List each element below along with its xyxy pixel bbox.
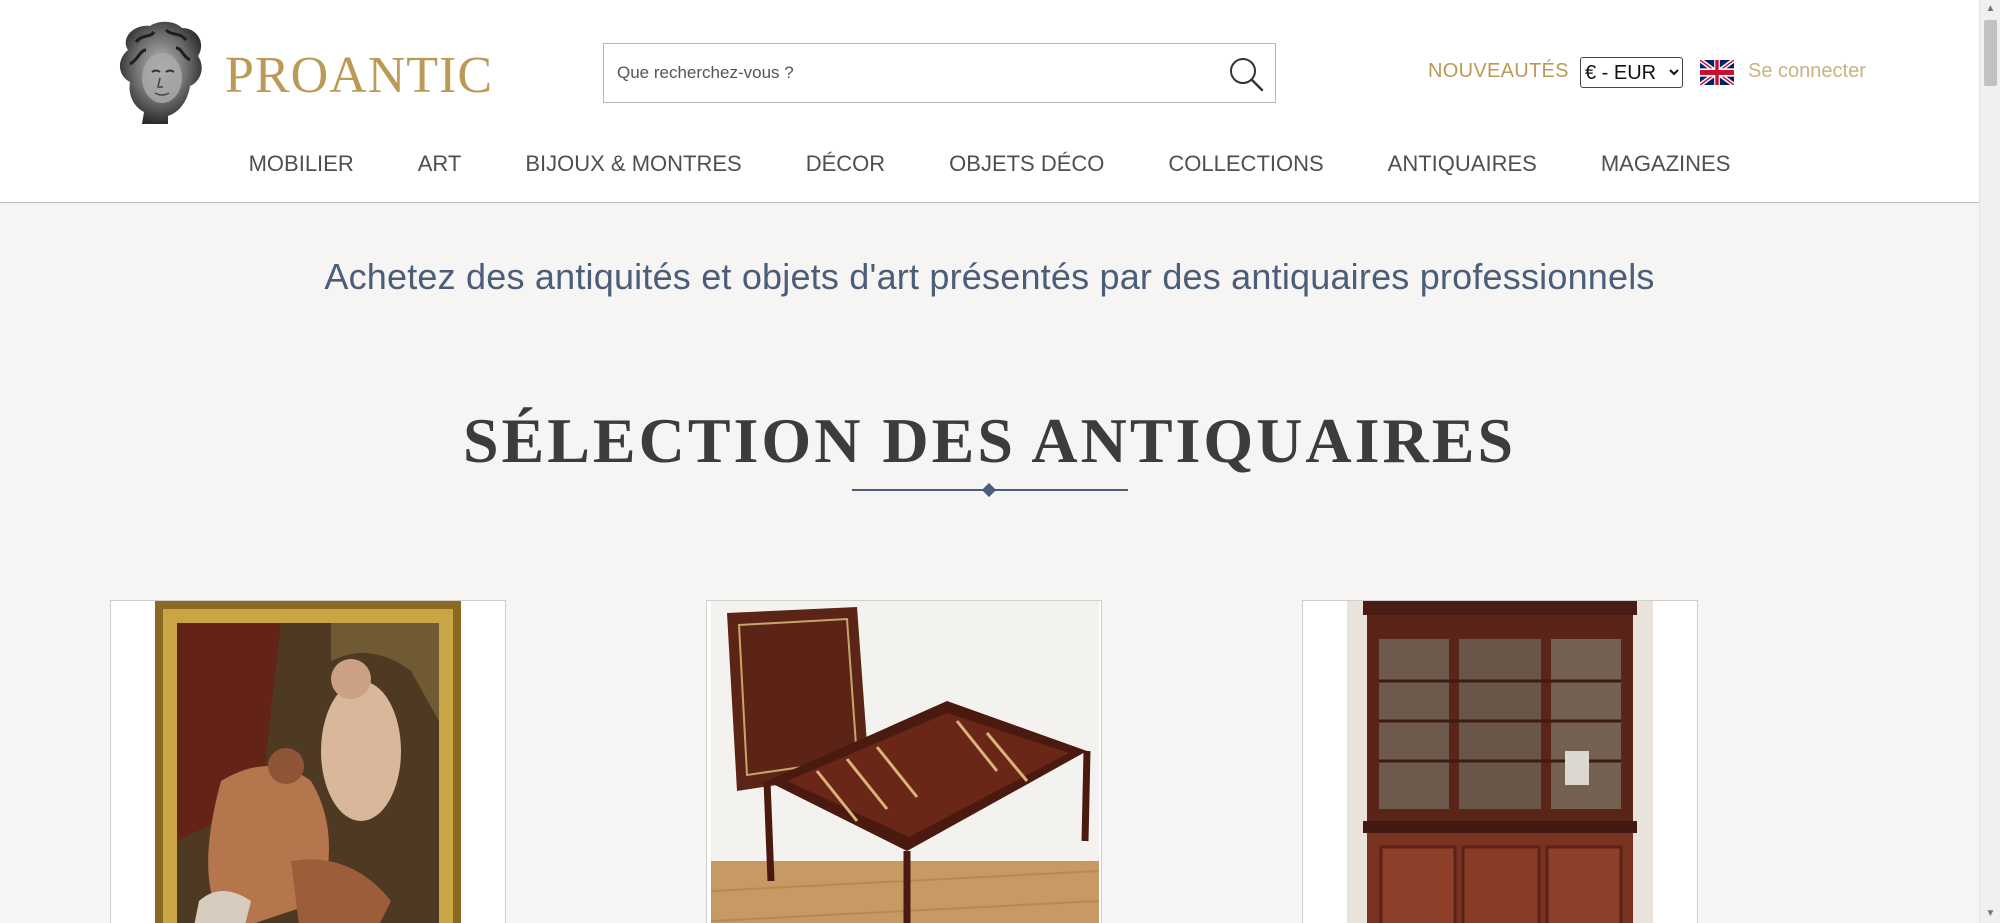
new-arrivals-link[interactable]: NOUVEAUTÉS bbox=[1428, 60, 1569, 83]
product-card[interactable] bbox=[110, 600, 506, 923]
logo-link[interactable]: PROANTIC bbox=[110, 20, 492, 125]
tagline: Achetez des antiquités et objets d'art p… bbox=[324, 256, 1655, 297]
nav-item-magazines[interactable]: MAGAZINES bbox=[1569, 148, 1763, 180]
login-link[interactable]: Se connecter bbox=[1748, 60, 1866, 83]
site-header: PROANTIC NOUVEAUTÉS € - EUR Se connecter… bbox=[0, 0, 1979, 203]
section-title: SÉLECTION DES ANTIQUAIRES bbox=[462, 405, 1517, 476]
logo-bust-icon bbox=[119, 21, 202, 124]
nav-item-decor[interactable]: DÉCOR bbox=[774, 148, 917, 180]
title-divider-ornament bbox=[981, 482, 997, 498]
glazed-bookcase-image[interactable] bbox=[1303, 601, 1698, 923]
search-input[interactable] bbox=[604, 44, 1204, 102]
uk-flag-icon[interactable] bbox=[1700, 60, 1734, 85]
main-nav: MOBILIER ART BIJOUX & MONTRES DÉCOR OBJE… bbox=[0, 148, 1979, 180]
backgammon-table-image[interactable] bbox=[707, 601, 1102, 923]
nav-item-art[interactable]: ART bbox=[386, 148, 494, 180]
framed-painting-image[interactable] bbox=[111, 601, 506, 923]
logo-text: PROANTIC bbox=[225, 47, 494, 104]
product-card[interactable] bbox=[1302, 600, 1698, 923]
nav-item-mobilier[interactable]: MOBILIER bbox=[217, 148, 386, 180]
product-card[interactable] bbox=[706, 600, 1102, 923]
scroll-thumb[interactable] bbox=[1984, 20, 1997, 86]
search-button[interactable] bbox=[1227, 55, 1265, 93]
nav-item-bijoux-montres[interactable]: BIJOUX & MONTRES bbox=[493, 148, 773, 180]
nav-item-objets-deco[interactable]: OBJETS DÉCO bbox=[917, 148, 1136, 180]
nav-item-antiquaires[interactable]: ANTIQUAIRES bbox=[1356, 148, 1569, 180]
currency-select[interactable]: € - EUR bbox=[1580, 57, 1683, 88]
nav-item-collections[interactable]: COLLECTIONS bbox=[1136, 148, 1355, 180]
page-scrollbar[interactable]: ▲ ▼ bbox=[1979, 0, 2000, 923]
search-icon bbox=[1230, 58, 1264, 92]
scroll-down-icon[interactable]: ▼ bbox=[1980, 905, 2000, 923]
scroll-up-icon[interactable]: ▲ bbox=[1980, 0, 2000, 18]
search-box bbox=[603, 43, 1276, 103]
